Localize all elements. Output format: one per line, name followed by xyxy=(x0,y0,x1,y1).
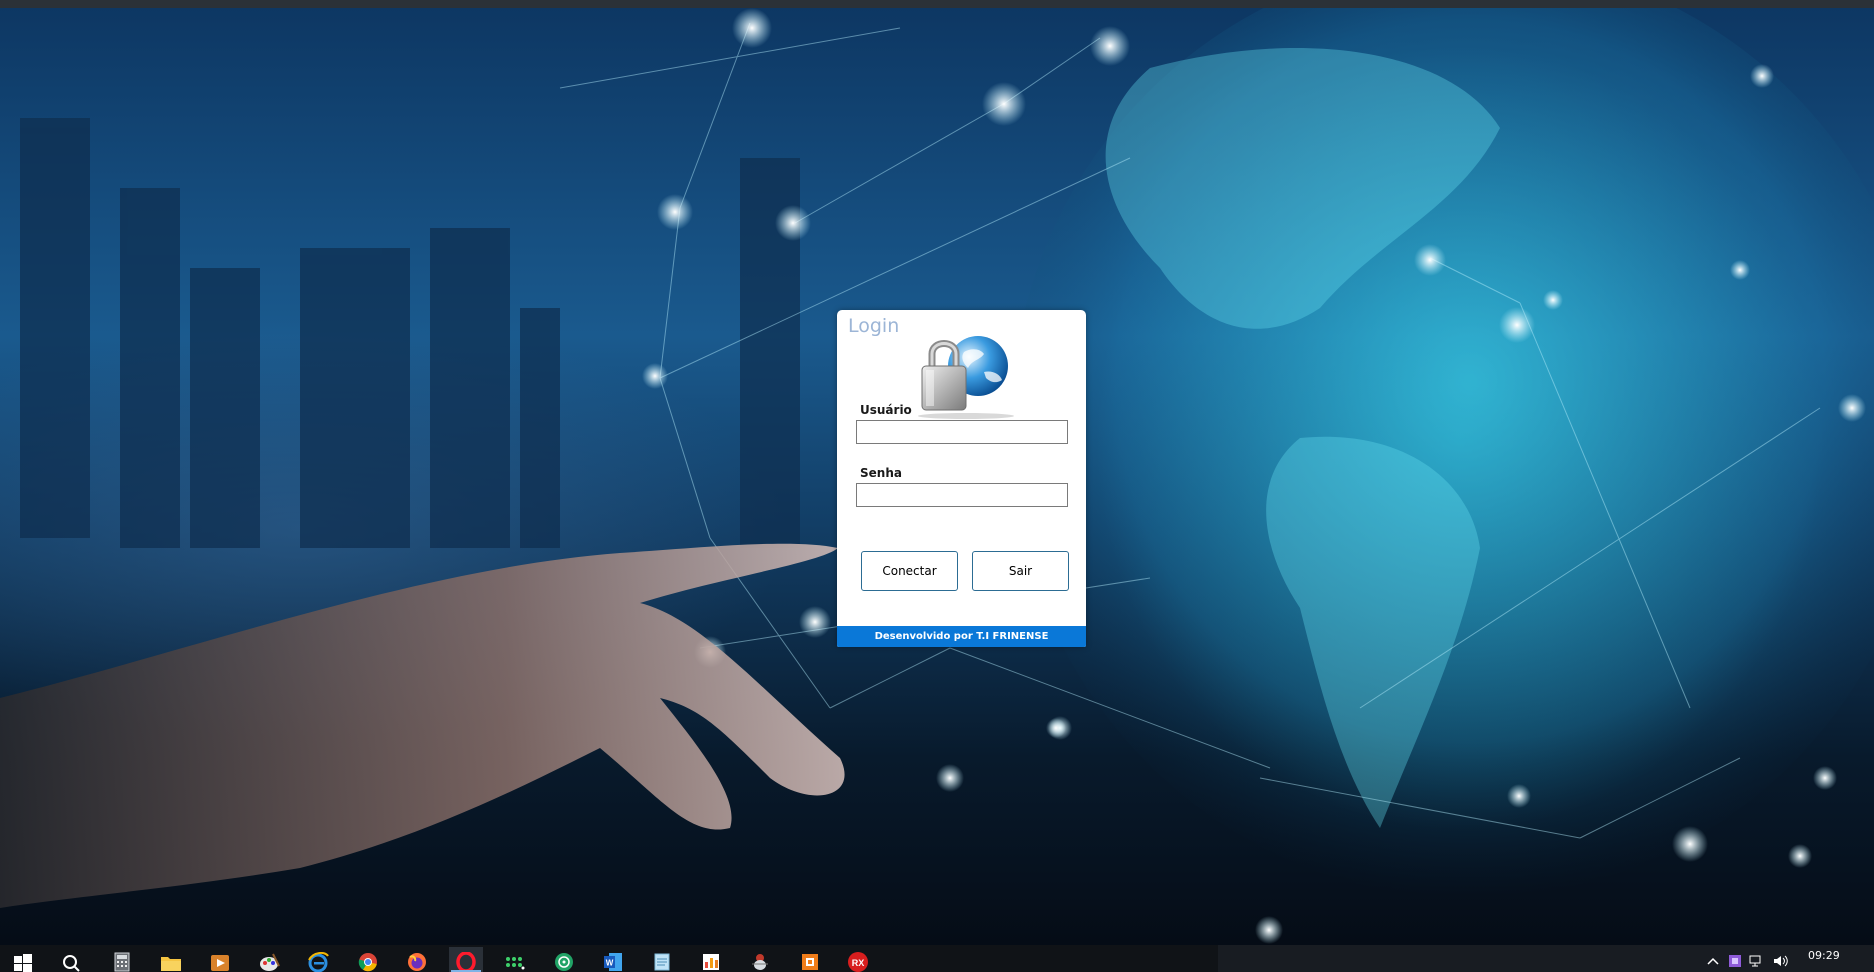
calculator-icon[interactable] xyxy=(107,947,137,972)
login-dialog: Login Usuário Senha Conectar Sair Desenv… xyxy=(837,310,1086,647)
chart-app-icon[interactable] xyxy=(696,947,726,972)
app-tray-icon[interactable] xyxy=(1728,954,1742,968)
media-player-icon[interactable] xyxy=(205,947,235,972)
username-input[interactable] xyxy=(856,420,1068,444)
chrome-icon[interactable] xyxy=(353,947,383,972)
login-title: Login xyxy=(848,315,900,337)
word-icon[interactable]: W xyxy=(598,947,628,972)
dots-app-icon[interactable] xyxy=(500,947,530,972)
padlock-globe-icon xyxy=(918,336,1014,419)
rx-app-icon[interactable]: RX xyxy=(843,947,873,972)
svg-text:W: W xyxy=(606,959,614,968)
green-app-icon[interactable] xyxy=(549,947,579,972)
password-input[interactable] xyxy=(856,483,1068,507)
file-explorer-icon[interactable] xyxy=(156,947,186,972)
username-label: Usuário xyxy=(860,403,912,417)
chevron-up-icon[interactable] xyxy=(1707,957,1719,965)
orange-app-icon[interactable] xyxy=(795,947,825,972)
notepad-icon[interactable] xyxy=(647,947,677,972)
volume-icon[interactable] xyxy=(1773,954,1789,968)
bug-app-icon[interactable] xyxy=(745,947,775,972)
login-footer: Desenvolvido por T.I FRINENSE xyxy=(837,626,1086,647)
start-icon[interactable] xyxy=(8,947,38,972)
clock-time[interactable]: 09:29 xyxy=(1808,949,1840,962)
paint-icon[interactable] xyxy=(255,947,285,972)
taskbar: W RX 09:29 xyxy=(0,945,1874,972)
opera-icon[interactable] xyxy=(449,947,483,972)
password-label: Senha xyxy=(860,466,902,480)
rx-app-label: RX xyxy=(852,958,865,968)
network-icon[interactable] xyxy=(1749,955,1765,967)
internet-explorer-icon[interactable] xyxy=(303,947,333,972)
firefox-icon[interactable] xyxy=(402,947,432,972)
top-strip xyxy=(0,0,1874,8)
connect-button[interactable]: Conectar xyxy=(861,551,958,591)
search-icon[interactable] xyxy=(56,947,86,972)
exit-button[interactable]: Sair xyxy=(972,551,1069,591)
